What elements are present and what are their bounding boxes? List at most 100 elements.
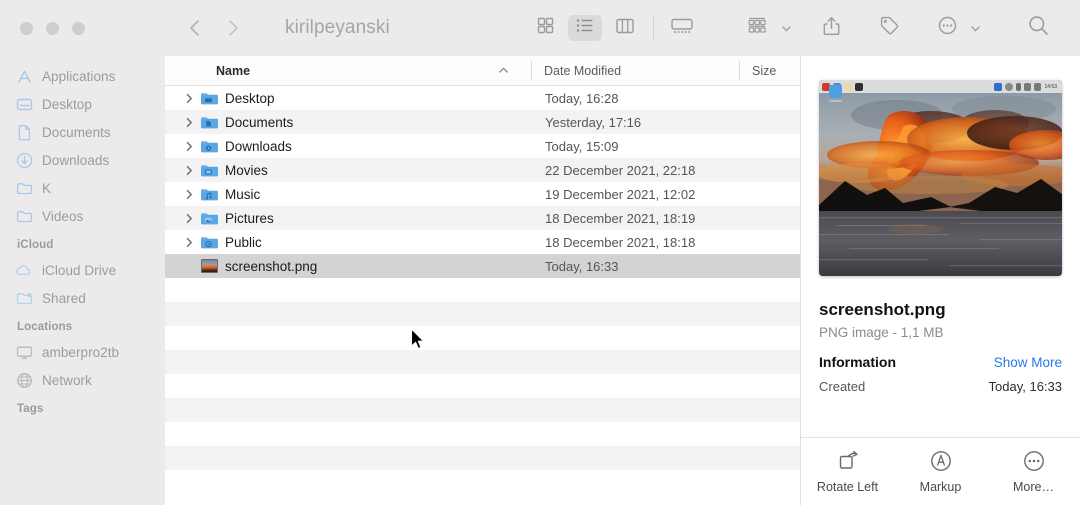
sidebar-item-network[interactable]: Network — [0, 366, 165, 394]
disclosure-chevron-right-icon[interactable] — [178, 213, 200, 224]
file-name-label: Movies — [225, 162, 268, 178]
file-type-icon — [200, 234, 219, 251]
sidebar-item-label: Shared — [42, 290, 86, 306]
markup-action[interactable]: Markup — [902, 449, 980, 494]
sidebar-item-label: amberpro2tb — [42, 344, 120, 360]
vpn-icon — [994, 82, 1003, 91]
group-by-button[interactable] — [741, 15, 775, 41]
row-name-cell: Public — [165, 234, 533, 251]
table-row[interactable]: screenshot.png Today, 16:33 — [165, 254, 800, 278]
sidebar-item-documents[interactable]: Documents — [0, 118, 165, 146]
desktop-icon — [15, 95, 33, 113]
group-by-chevron-down-icon[interactable] — [780, 22, 793, 35]
row-name-cell: Music — [165, 186, 533, 203]
maximize-button[interactable] — [72, 21, 85, 35]
file-type-icon — [200, 210, 219, 227]
file-name-label: Downloads — [225, 138, 292, 154]
navigation-controls: kirilpeyanski — [165, 17, 390, 39]
finder-window: kirilpeyanski Applications Desktop Docum… — [0, 0, 1080, 505]
disclosure-chevron-right-icon[interactable] — [178, 189, 200, 200]
window-titlebar: kirilpeyanski — [0, 0, 1080, 56]
file-name-label: Music — [225, 186, 261, 202]
row-name-cell: Movies — [165, 162, 533, 179]
file-name-label: Public — [225, 234, 262, 250]
file-type-icon — [200, 138, 219, 155]
file-name-label: Documents — [225, 114, 294, 130]
sidebar-item-label: Applications — [42, 68, 116, 84]
toolbar — [525, 15, 1080, 41]
table-row[interactable]: Public 18 December 2021, 18:18 — [165, 230, 800, 254]
disclosure-chevron-right-icon[interactable] — [178, 237, 200, 248]
preview-fade-overlay — [801, 401, 1080, 437]
column-header-date-modified[interactable]: Date Modified — [532, 64, 739, 78]
back-button[interactable] — [187, 17, 203, 39]
sidebar-item-videos[interactable]: Videos — [0, 202, 165, 230]
more-chevron-down-icon[interactable] — [969, 22, 982, 35]
disclosure-chevron-right-icon[interactable] — [178, 141, 200, 152]
created-value: Today, 16:33 — [988, 379, 1062, 394]
empty-row — [165, 470, 800, 494]
menubar-clock-label: 14:53 — [1044, 83, 1057, 90]
menubar-status-icons: 14:53 — [994, 82, 1059, 91]
date-modified-cell: 22 December 2021, 22:18 — [545, 162, 696, 178]
more-actions-button[interactable] — [930, 15, 964, 41]
rotate-left-label: Rotate Left — [816, 480, 879, 494]
more-action[interactable]: More… — [995, 449, 1073, 494]
sidebar-item-downloads[interactable]: Downloads — [0, 146, 165, 174]
rotate-left-action[interactable]: Rotate Left — [809, 449, 887, 494]
table-row[interactable]: Documents Yesterday, 17:16 — [165, 110, 800, 134]
table-row[interactable]: Movies 22 December 2021, 22:18 — [165, 158, 800, 182]
row-name-cell: Pictures — [165, 210, 533, 227]
sidebar-section-icloud: iCloud — [17, 239, 54, 251]
information-header: Information Show More — [801, 340, 1080, 370]
globe-icon — [15, 371, 33, 389]
column-view-button[interactable] — [608, 15, 642, 41]
created-row: Created Today, 16:33 — [801, 370, 1080, 394]
sidebar-item-icloud-drive[interactable]: iCloud Drive — [0, 256, 165, 284]
display-icon — [15, 343, 33, 361]
file-type-icon — [200, 258, 219, 275]
file-thumbnail[interactable]: 14:53 Кошчето — [819, 80, 1062, 276]
file-name-label: Desktop — [225, 90, 275, 106]
rotate-left-icon — [836, 449, 860, 473]
tags-button[interactable] — [872, 15, 906, 41]
date-modified-cell: 18 December 2021, 18:18 — [545, 234, 696, 250]
empty-row — [165, 422, 800, 446]
icon-view-button[interactable] — [528, 15, 562, 41]
preview-file-name: screenshot.png — [819, 300, 946, 319]
empty-row — [165, 374, 800, 398]
show-more-link[interactable]: Show More — [994, 355, 1062, 370]
sort-ascending-icon — [498, 65, 509, 76]
sidebar-item-desktop[interactable]: Desktop — [0, 90, 165, 118]
row-name-cell: Desktop — [165, 90, 533, 107]
search-icon — [1028, 15, 1049, 41]
list-view-button[interactable] — [568, 15, 602, 41]
table-row[interactable]: Music 19 December 2021, 12:02 — [165, 182, 800, 206]
column-header-name[interactable]: Name — [165, 64, 531, 78]
gallery-view-button[interactable] — [665, 15, 699, 41]
sidebar-item-label: iCloud Drive — [42, 262, 117, 278]
forward-button[interactable] — [225, 17, 241, 39]
sidebar-item-amberpro2tb[interactable]: amberpro2tb — [0, 338, 165, 366]
shared-folder-icon — [15, 289, 33, 307]
column-header-name-label: Name — [216, 63, 251, 78]
column-header-size[interactable]: Size — [740, 64, 800, 78]
preview-quick-actions: Rotate Left Markup More… — [801, 437, 1080, 505]
share-icon — [823, 16, 840, 41]
close-button[interactable] — [20, 21, 33, 35]
file-type-icon — [200, 114, 219, 131]
search-button[interactable] — [1021, 15, 1055, 41]
disclosure-chevron-right-icon[interactable] — [178, 93, 200, 104]
table-row[interactable]: Downloads Today, 15:09 — [165, 134, 800, 158]
sidebar-item-shared[interactable]: Shared — [0, 284, 165, 312]
minimize-button[interactable] — [46, 21, 59, 35]
sidebar-item-k[interactable]: K — [0, 174, 165, 202]
volume-icon — [1034, 82, 1042, 91]
sidebar-item-applications[interactable]: Applications — [0, 62, 165, 90]
table-row[interactable]: Pictures 18 December 2021, 18:19 — [165, 206, 800, 230]
sidebar-item-label: Desktop — [42, 96, 92, 112]
table-row[interactable]: Desktop Today, 16:28 — [165, 86, 800, 110]
share-button[interactable] — [814, 15, 848, 41]
disclosure-chevron-right-icon[interactable] — [178, 117, 200, 128]
disclosure-chevron-right-icon[interactable] — [178, 165, 200, 176]
